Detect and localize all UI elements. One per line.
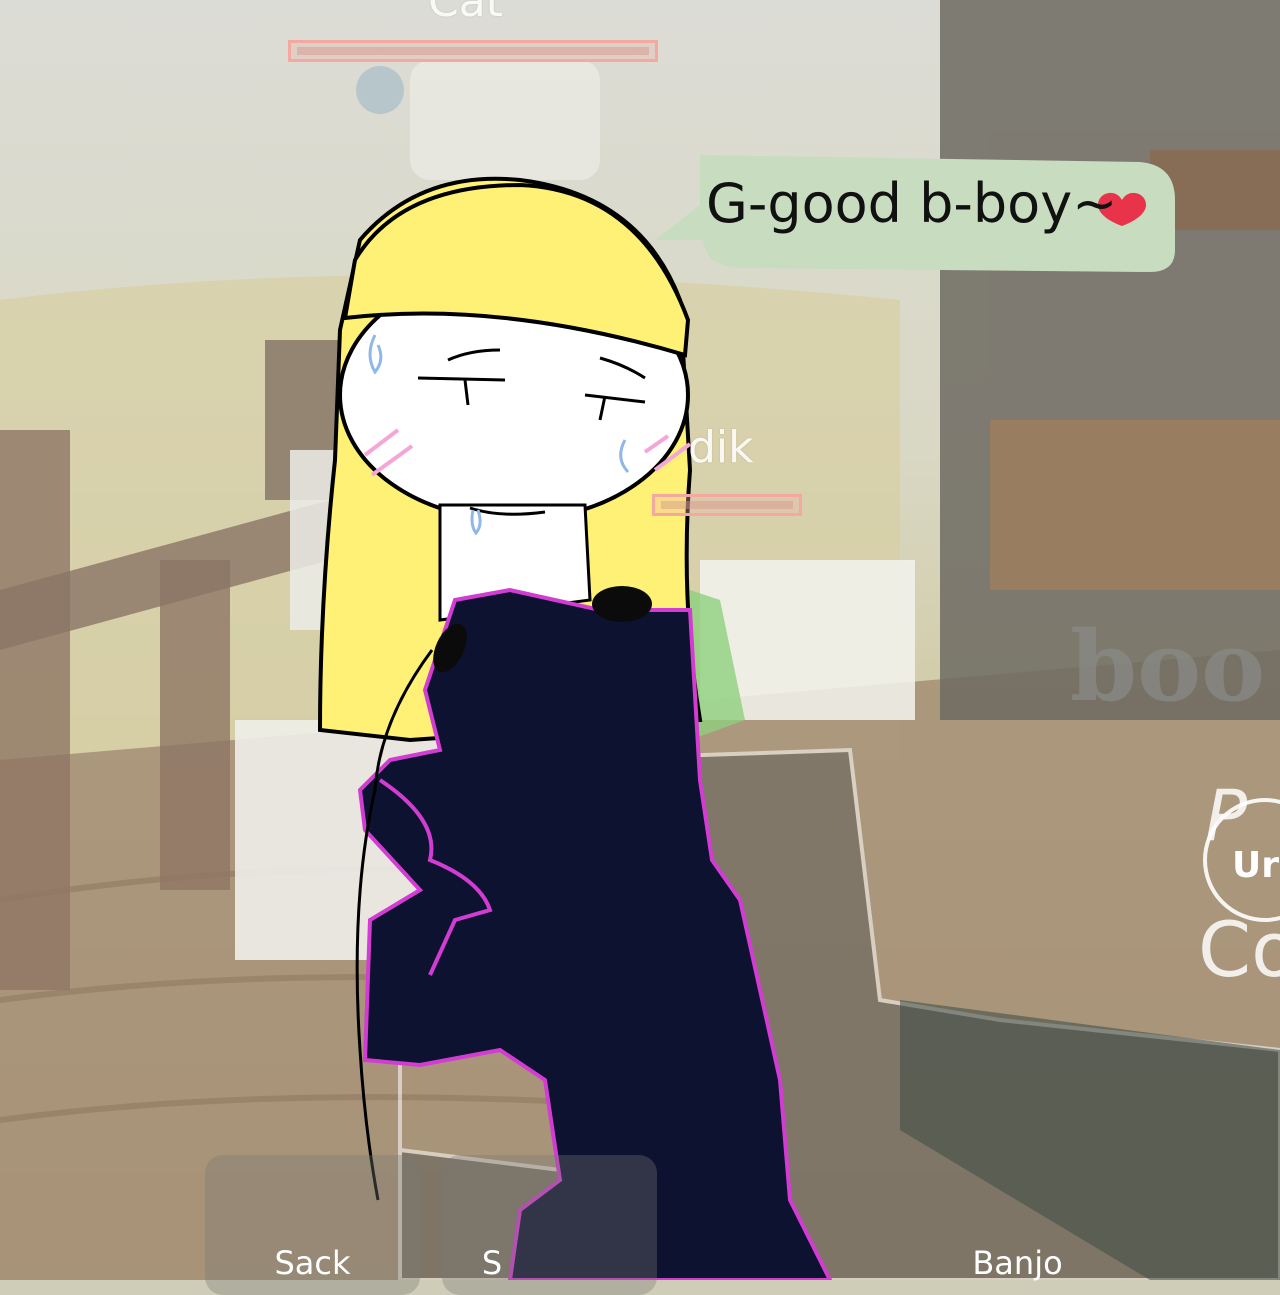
npc-cat-head (410, 60, 600, 180)
hotbar-label: Banjo (972, 1244, 1063, 1282)
health-bar-fill (297, 47, 649, 55)
player-name-tag: Cat (428, 0, 503, 27)
health-bar-fill (661, 501, 793, 509)
side-bottom-text: Co (1198, 905, 1280, 994)
health-bar (652, 494, 802, 516)
player-name-tag: dik (688, 422, 754, 473)
house-table (990, 420, 1280, 590)
world-sign-text: boo (1070, 610, 1266, 723)
unlock-button[interactable]: Ur (1232, 845, 1279, 886)
npc-cat-eye (356, 66, 404, 114)
hotbar-label: Sack (274, 1244, 351, 1282)
railing-post (0, 430, 70, 990)
speech-text: G-good b-boy~ (706, 172, 1118, 235)
hotbar-label: S (481, 1244, 503, 1282)
health-bar (288, 40, 658, 62)
cat-ear (592, 586, 652, 622)
railing-post (160, 560, 230, 890)
